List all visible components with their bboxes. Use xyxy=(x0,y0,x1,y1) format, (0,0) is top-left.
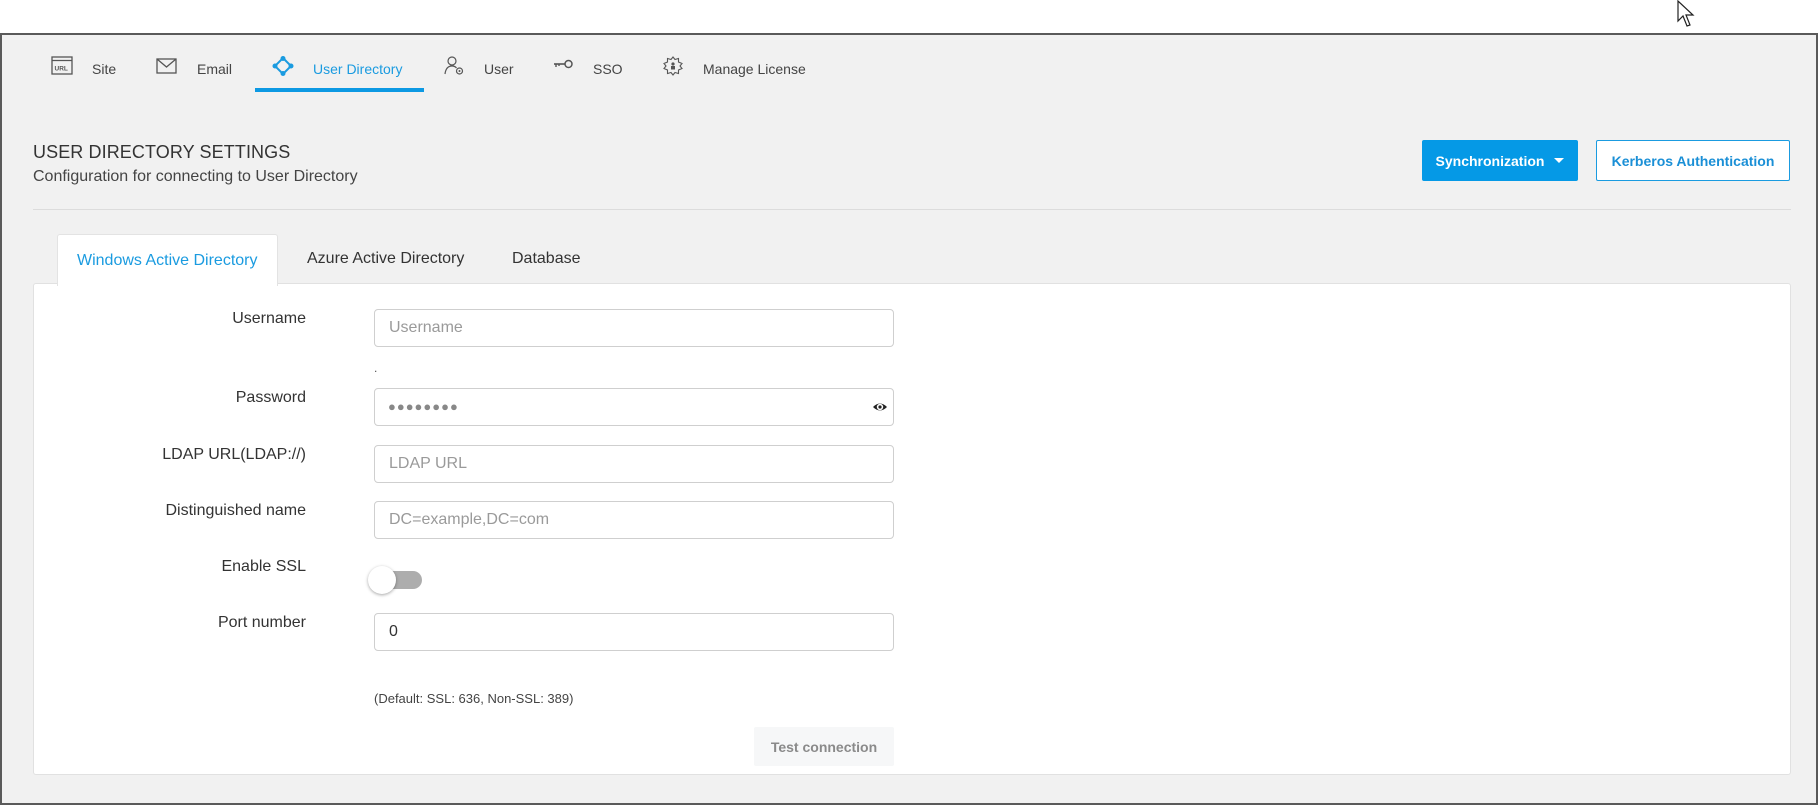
header-divider xyxy=(33,209,1791,210)
nav-label: User xyxy=(484,61,514,77)
directory-nodes-icon xyxy=(272,56,294,76)
nav-label: User Directory xyxy=(313,61,403,77)
ldap-url-input[interactable] xyxy=(374,445,894,483)
nav-label: Manage License xyxy=(703,61,806,77)
tab-database[interactable]: Database xyxy=(493,234,600,284)
distinguished-name-input[interactable] xyxy=(374,501,894,539)
kerberos-authentication-button[interactable]: Kerberos Authentication xyxy=(1596,140,1790,181)
password-masked-value: ●●●●●●●● xyxy=(388,399,459,414)
caret-down-icon xyxy=(1554,158,1565,163)
port-number-input[interactable] xyxy=(374,613,894,651)
tab-windows-active-directory[interactable]: Windows Active Directory xyxy=(57,234,278,286)
settings-window: URL Site Email User Directory User SSO M… xyxy=(0,33,1818,805)
tab-azure-active-directory[interactable]: Azure Active Directory xyxy=(288,234,483,284)
key-icon xyxy=(554,59,573,69)
port-default-helper: (Default: SSL: 636, Non-SSL: 389) xyxy=(374,691,574,706)
username-input[interactable] xyxy=(374,309,894,347)
page-title: USER DIRECTORY SETTINGS xyxy=(33,142,291,162)
enable-ssl-label: Enable SSL xyxy=(221,558,306,575)
test-connection-button[interactable]: Test connection xyxy=(754,727,894,766)
nav-label: SSO xyxy=(593,61,623,77)
show-password-eye-icon[interactable] xyxy=(872,399,888,415)
password-label: Password xyxy=(235,389,306,406)
username-label: Username xyxy=(232,310,306,327)
envelope-icon xyxy=(156,58,177,74)
synchronization-dropdown-button[interactable]: Synchronization xyxy=(1422,140,1578,181)
nav-label: Email xyxy=(197,61,233,77)
mouse-cursor-icon xyxy=(1677,0,1695,27)
nav-label: Site xyxy=(92,61,117,77)
port-number-label: Port number xyxy=(217,614,306,631)
active-nav-indicator xyxy=(255,88,424,92)
license-gear-icon xyxy=(663,56,683,76)
synchronization-label: Synchronization xyxy=(1435,152,1545,169)
toggle-thumb xyxy=(368,566,396,594)
distinguished-name-label: Distinguished name xyxy=(165,502,306,519)
username-hint: . xyxy=(374,361,378,375)
url-window-icon: URL xyxy=(51,56,73,75)
windows-ad-form: Username . Password ●●●●●●●● LDAP URL(LD… xyxy=(33,283,1791,775)
enable-ssl-toggle[interactable] xyxy=(368,565,424,595)
page-subtitle: Configuration for connecting to User Dir… xyxy=(33,168,358,185)
svg-text:URL: URL xyxy=(55,66,68,73)
ldap-url-label: LDAP URL(LDAP://) xyxy=(162,446,306,463)
user-gear-icon xyxy=(444,56,464,75)
